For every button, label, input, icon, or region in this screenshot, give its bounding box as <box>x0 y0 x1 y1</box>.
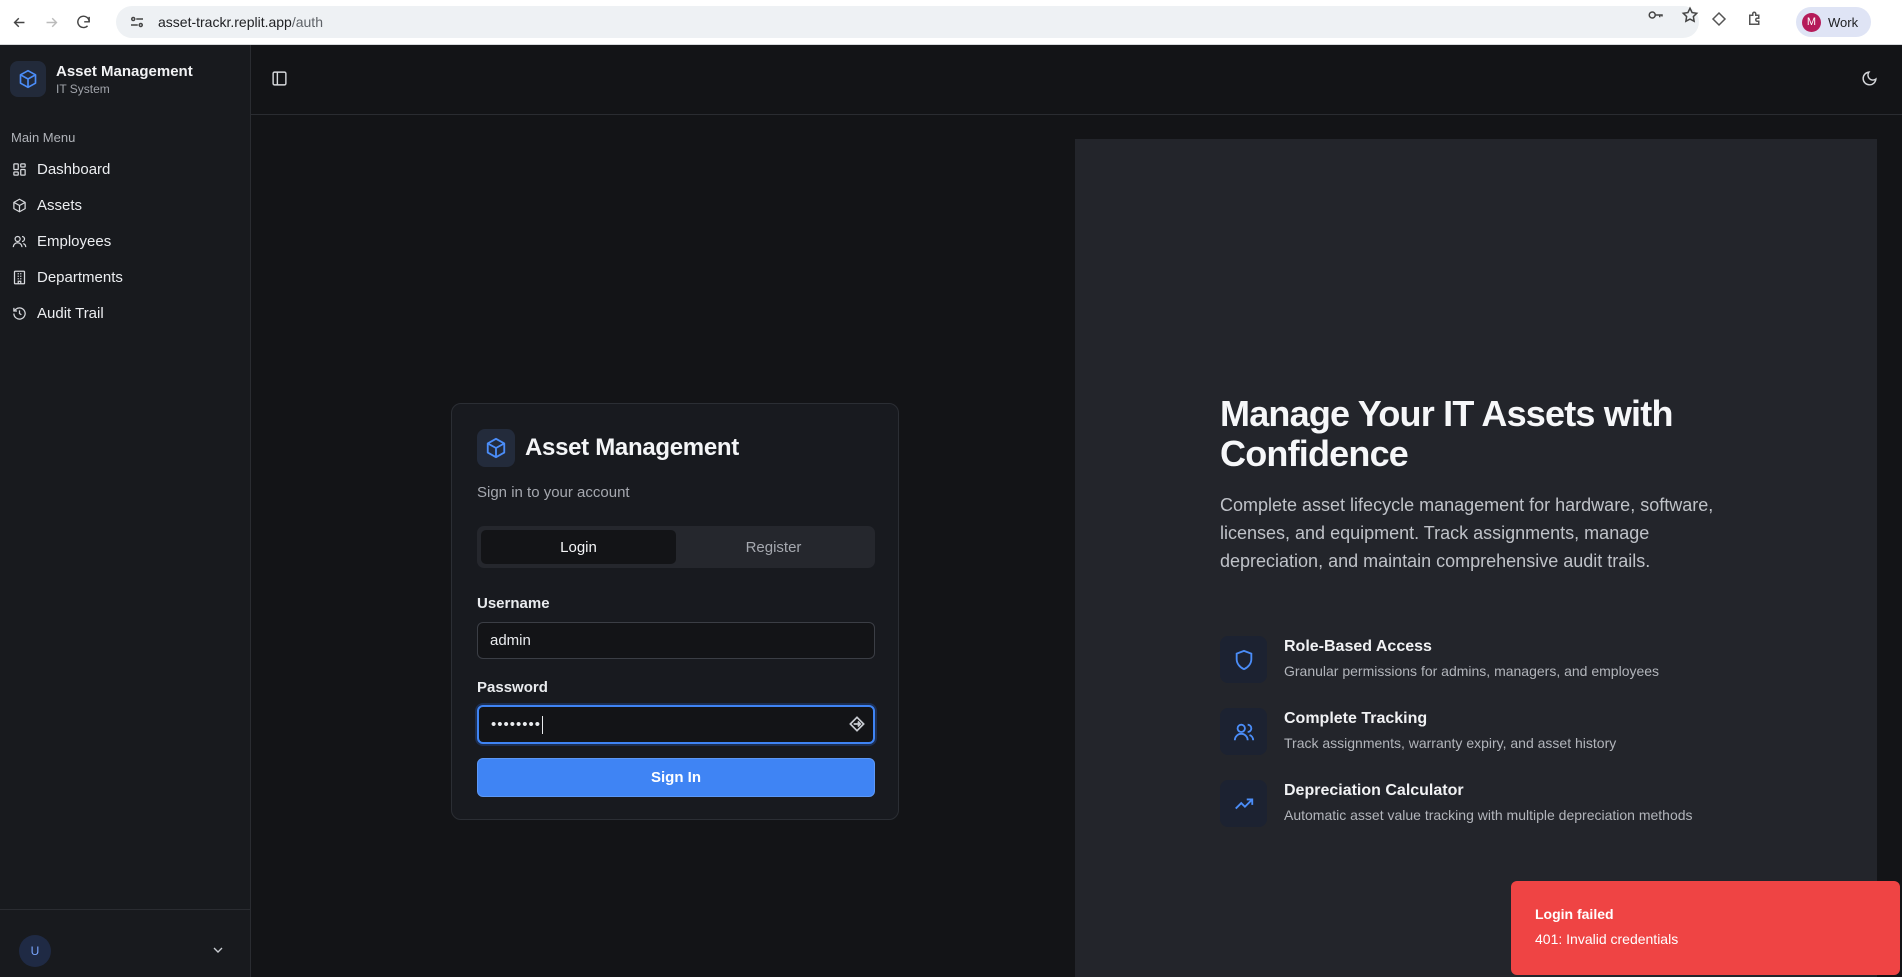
password-key-icon[interactable] <box>1647 6 1665 24</box>
sidebar-item-audit-trail[interactable]: Audit Trail <box>0 295 251 331</box>
sidebar-item-dashboard[interactable]: Dashboard <box>0 151 251 187</box>
tab-login[interactable]: Login <box>481 530 676 564</box>
hero-panel: Manage Your IT Assets with Confidence Co… <box>1075 139 1877 977</box>
users-icon <box>12 235 27 247</box>
feature-depreciation-calculator: Depreciation Calculator Automatic asset … <box>1220 780 1693 827</box>
password-manager-icon[interactable] <box>847 714 867 734</box>
sidebar-item-label: Employees <box>37 232 112 250</box>
sidebar-divider <box>0 909 250 910</box>
sidebar-brand[interactable]: Asset Management IT System <box>10 61 193 97</box>
dashboard-icon <box>13 162 26 176</box>
login-title: Asset Management <box>525 434 739 461</box>
feature-title: Complete Tracking <box>1284 710 1428 727</box>
username-field[interactable]: admin <box>477 622 875 659</box>
chevron-down-icon[interactable] <box>210 942 226 958</box>
user-avatar[interactable]: U <box>19 935 51 967</box>
shield-icon <box>1220 636 1267 683</box>
history-icon <box>13 306 26 320</box>
sidebar-item-label: Dashboard <box>37 160 111 178</box>
reload-icon[interactable] <box>70 9 96 35</box>
login-subtitle: Sign in to your account <box>477 484 630 501</box>
moon-icon[interactable] <box>1861 70 1878 87</box>
address-bar[interactable]: asset-trackr.replit.app/auth <box>116 6 1699 38</box>
box-icon <box>13 198 26 212</box>
error-toast[interactable]: Login failed 401: Invalid credentials <box>1511 881 1900 975</box>
sign-in-button[interactable]: Sign In <box>477 758 875 797</box>
feature-complete-tracking: Complete Tracking Track assignments, war… <box>1220 708 1616 755</box>
feature-description: Automatic asset value tracking with mult… <box>1284 807 1693 823</box>
extension-icon[interactable] <box>1710 10 1728 28</box>
auth-tabs: Login Register <box>477 526 875 568</box>
site-settings-icon[interactable] <box>128 13 146 31</box>
password-label: Password <box>477 679 548 696</box>
profile-chip[interactable]: M Work <box>1796 7 1871 37</box>
feature-title: Role-Based Access <box>1284 638 1432 655</box>
profile-avatar: M <box>1802 12 1821 32</box>
sidebar-item-departments[interactable]: Departments <box>0 259 251 295</box>
sidebar-item-label: Departments <box>37 268 123 286</box>
feature-description: Track assignments, warranty expiry, and … <box>1284 735 1617 751</box>
sidebar-toggle-icon[interactable] <box>271 70 288 87</box>
toast-message: 401: Invalid credentials <box>1535 931 1679 947</box>
feature-description: Granular permissions for admins, manager… <box>1284 663 1660 679</box>
trending-up-icon <box>1220 780 1267 827</box>
top-bar <box>251 45 1902 115</box>
package-icon <box>10 61 46 97</box>
toast-title: Login failed <box>1535 906 1614 922</box>
main-menu: Dashboard Assets Employees Departments A… <box>0 151 251 331</box>
sidebar-item-label: Assets <box>37 196 83 214</box>
browser-toolbar: asset-trackr.replit.app/auth M Work <box>0 0 1902 45</box>
password-value: •••••••• <box>491 716 542 733</box>
sidebar-item-employees[interactable]: Employees <box>0 223 251 259</box>
feature-role-based-access: Role-Based Access Granular permissions f… <box>1220 636 1659 683</box>
sidebar-item-assets[interactable]: Assets <box>0 187 251 223</box>
forward-icon[interactable] <box>38 9 64 35</box>
feature-title: Depreciation Calculator <box>1284 782 1464 799</box>
username-label: Username <box>477 595 550 612</box>
sidebar-item-label: Audit Trail <box>37 304 104 322</box>
password-field[interactable]: •••••••• <box>477 705 875 744</box>
building-icon <box>13 270 26 284</box>
profile-label: Work <box>1828 14 1859 30</box>
app-title: Asset Management <box>56 62 193 80</box>
bookmark-star-icon[interactable] <box>1681 6 1699 24</box>
hero-title: Manage Your IT Assets with Confidence <box>1220 393 1673 474</box>
package-icon <box>477 429 515 467</box>
sidebar: Asset Management IT System Main Menu Das… <box>0 45 251 977</box>
login-card: Asset Management Sign in to your account… <box>451 403 899 820</box>
app-subtitle: IT System <box>56 81 110 96</box>
menu-section-label: Main Menu <box>11 130 76 145</box>
tab-register[interactable]: Register <box>676 530 871 564</box>
text-caret <box>542 715 544 734</box>
users-icon <box>1220 708 1267 755</box>
back-icon[interactable] <box>6 9 32 35</box>
url-text: asset-trackr.replit.app/auth <box>158 14 323 30</box>
hero-description: Complete asset lifecycle management for … <box>1220 495 1714 571</box>
puzzle-icon[interactable] <box>1746 10 1764 28</box>
username-value: admin <box>490 632 531 649</box>
